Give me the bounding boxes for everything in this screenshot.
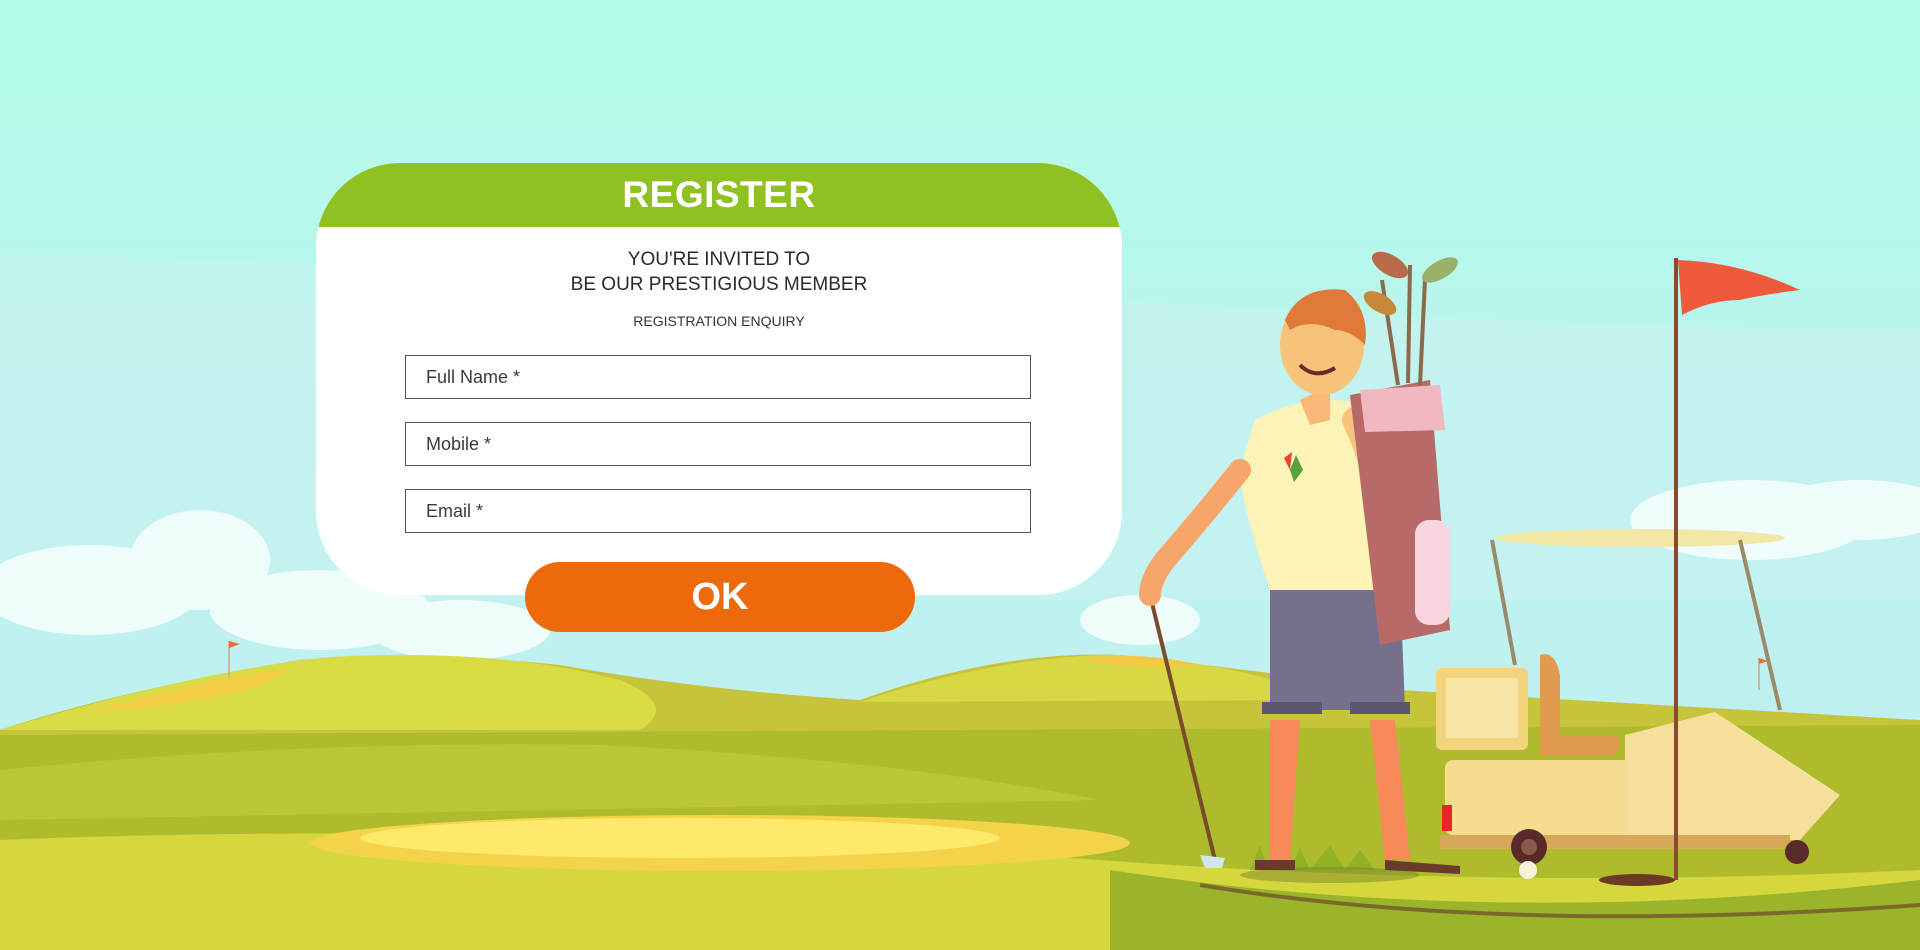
invite-line-2: BE OUR PRESTIGIOUS MEMBER <box>570 274 868 295</box>
mobile-input[interactable] <box>406 423 1030 465</box>
register-title: REGISTER <box>622 174 816 215</box>
sand-bunker-highlight <box>360 818 1000 858</box>
hole <box>1599 874 1675 886</box>
card-header: REGISTER <box>316 163 1122 227</box>
invite-line-1: YOU'RE INVITED TO <box>627 249 811 270</box>
mobile-field <box>405 422 1031 466</box>
full-name-field <box>405 355 1031 399</box>
email-input[interactable] <box>406 490 1030 532</box>
registration-card: REGISTER YOU'RE INVITED TO BE OUR PRESTI… <box>316 163 1122 595</box>
email-field <box>405 489 1031 533</box>
registration-enquiry-label: REGISTRATION ENQUIRY <box>633 313 805 329</box>
ok-button[interactable]: OK <box>525 562 915 632</box>
full-name-input[interactable] <box>406 356 1030 398</box>
invite-text: YOU'RE INVITED TO BE OUR PRESTIGIOUS MEM… <box>316 247 1122 297</box>
